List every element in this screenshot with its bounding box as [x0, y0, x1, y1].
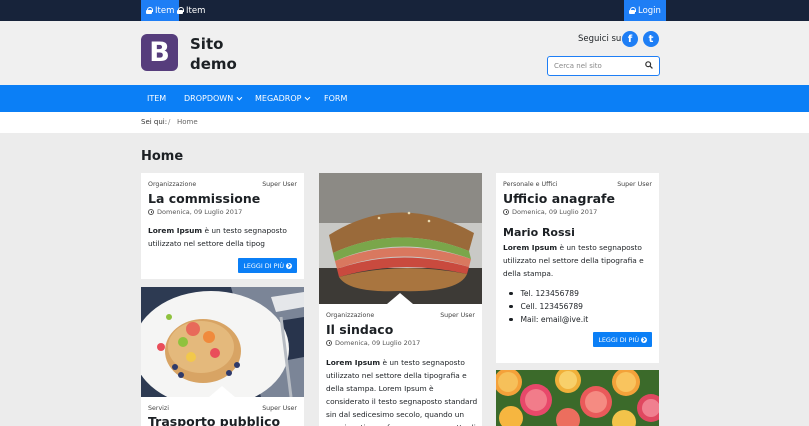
card-la-commissione: Organizzazione Super User La commissione… — [141, 173, 304, 279]
nav-item-label: FORM — [324, 94, 348, 103]
card-category[interactable]: Personale e Uffici — [503, 181, 557, 188]
card-text: Lorem Ipsum è un testo segnaposto utiliz… — [148, 224, 298, 250]
clock-icon — [326, 340, 332, 346]
card-title[interactable]: Il sindaco — [326, 322, 393, 337]
citrus-fruits-image[interactable] — [496, 370, 659, 426]
nav-item-item[interactable]: ITEM — [147, 85, 166, 112]
search-icon[interactable] — [645, 61, 653, 69]
chevron-down-icon — [305, 94, 311, 100]
nav-item-label: MEGADROP — [255, 94, 302, 103]
login-label: Login — [638, 5, 661, 16]
card-title[interactable]: La commissione — [148, 191, 260, 206]
read-more-label: LEGGI DI PIÙ — [243, 261, 284, 270]
breadcrumb: Sei qui: / Home — [0, 112, 809, 133]
card-date: Domenica, 09 Luglio 2017 — [503, 208, 597, 216]
nav-item-megadrop[interactable]: MEGADROP — [255, 85, 311, 112]
login-button[interactable]: Login — [624, 0, 666, 21]
image-notch — [209, 386, 235, 397]
social-label: Seguici su: — [578, 34, 625, 44]
card-title[interactable]: Ufficio anagrafe — [503, 191, 615, 206]
image-notch — [387, 293, 413, 304]
card-text-lead: Lorem Ipsum — [503, 243, 558, 252]
clock-icon — [503, 209, 509, 215]
search-box — [547, 56, 660, 76]
lock-icon — [629, 7, 636, 14]
card-ufficio-anagrafe: Personale e Uffici Super User Ufficio an… — [496, 173, 659, 363]
nav-item-label: ITEM — [147, 94, 167, 103]
nav-item-label: DROPDOWN — [184, 94, 234, 103]
card-trasporto-pubblico: Servizi Super User Trasporto pubblico — [141, 287, 304, 426]
twitter-icon[interactable]: t — [643, 31, 659, 47]
card-text: Lorem Ipsum è un testo segnaposto utiliz… — [326, 356, 478, 426]
card-date: Domenica, 09 Luglio 2017 — [148, 208, 242, 216]
contact-mobile: Cell. 123456789 — [509, 300, 588, 313]
contact-phone: Tel. 123456789 — [509, 287, 588, 300]
card-title[interactable]: Trasporto pubblico — [148, 414, 280, 426]
contact-list: Tel. 123456789 Cell. 123456789 Mail: ema… — [509, 287, 589, 326]
top-bar: Item Item Login — [0, 0, 809, 21]
card-text-body: è un testo segnaposto utilizzato nel set… — [326, 358, 478, 426]
site-name[interactable]: Sito demo — [190, 34, 250, 74]
topbar-item-2-label: Item — [186, 5, 206, 16]
read-more-button[interactable]: LEGGI DI PIÙ — [238, 258, 297, 273]
breadcrumb-current: Home — [177, 118, 198, 126]
lock-icon — [146, 7, 153, 14]
card-subtitle: Mario Rossi — [503, 226, 575, 239]
breadcrumb-prefix: Sei qui: — [141, 118, 168, 126]
card-category[interactable]: Organizzazione — [148, 181, 196, 188]
page-title: Home — [141, 149, 184, 164]
site-header: B Sito demo Seguici su: f t — [0, 21, 809, 85]
sandwich-image[interactable] — [319, 173, 482, 304]
card-category[interactable]: Servizi — [148, 405, 169, 412]
read-more-label: LEGGI DI PIÙ — [598, 335, 639, 344]
card-il-sindaco: Organizzazione Super User Il sindaco Dom… — [319, 173, 482, 426]
facebook-icon[interactable]: f — [622, 31, 638, 47]
card-author: Super User — [262, 181, 297, 188]
card-category[interactable]: Organizzazione — [326, 312, 374, 319]
pancakes-image[interactable] — [141, 287, 304, 397]
search-input[interactable] — [548, 57, 638, 74]
card-date-text: Domenica, 09 Luglio 2017 — [335, 339, 421, 347]
card-fruit-image — [496, 370, 659, 426]
topbar-item-2[interactable]: Item — [172, 0, 210, 21]
read-more-button[interactable]: LEGGI DI PIÙ — [593, 332, 652, 347]
breadcrumb-separator: / — [168, 118, 171, 126]
logo-letter: B — [149, 37, 170, 68]
nav-item-dropdown[interactable]: DROPDOWN — [184, 85, 243, 112]
card-date: Domenica, 09 Luglio 2017 — [326, 339, 420, 347]
card-text-lead: Lorem Ipsum — [326, 358, 381, 367]
card-date-text: Domenica, 09 Luglio 2017 — [512, 208, 598, 216]
arrow-right-circle-icon — [286, 262, 292, 269]
card-author: Super User — [617, 181, 652, 188]
site-logo[interactable]: B — [141, 34, 178, 71]
main-nav: ITEM DROPDOWN MEGADROP FORM — [0, 85, 809, 112]
card-author: Super User — [440, 312, 475, 319]
contact-email: Mail: email@ive.it — [509, 313, 589, 326]
arrow-right-circle-icon — [641, 336, 647, 343]
lock-icon — [177, 7, 184, 14]
card-text: Lorem Ipsum è un testo segnaposto utiliz… — [503, 241, 653, 280]
card-text-lead: Lorem Ipsum — [148, 226, 203, 235]
nav-item-form[interactable]: FORM — [324, 85, 347, 112]
card-author: Super User — [262, 405, 297, 412]
card-date-text: Domenica, 09 Luglio 2017 — [157, 208, 243, 216]
clock-icon — [148, 209, 154, 215]
chevron-down-icon — [236, 94, 243, 100]
